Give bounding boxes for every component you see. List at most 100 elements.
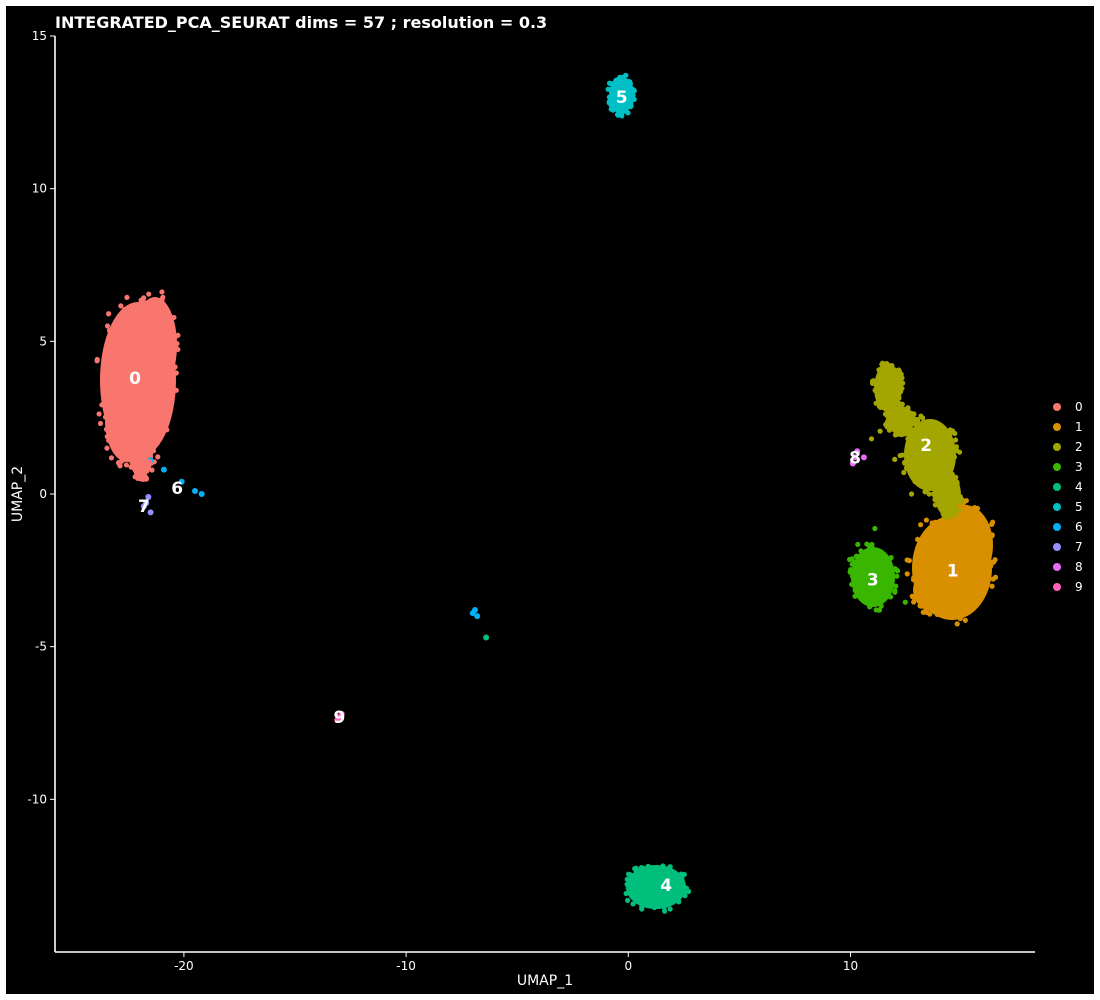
legend-label-0: 0 [1075, 400, 1083, 414]
cluster-5-cell [631, 87, 637, 93]
cluster-3-cell [887, 594, 894, 600]
cluster-2-cell [908, 491, 915, 497]
cluster-4-cell [661, 908, 668, 914]
cluster-2-cell [923, 488, 929, 495]
legend-label-5: 5 [1075, 500, 1083, 514]
cluster-1-cell [974, 572, 980, 578]
y-tick-label: 10 [32, 182, 47, 196]
cluster-0-cell [168, 375, 174, 381]
cluster-0-cell [126, 448, 132, 454]
cluster-2-cell [876, 367, 882, 373]
cluster-3-cell [888, 564, 894, 570]
cluster-label-4: 4 [660, 876, 672, 896]
cluster-2-cell [944, 467, 951, 474]
cluster-0-cell [145, 380, 151, 386]
cluster-5-cell [608, 102, 614, 108]
x-tick-label: 10 [843, 959, 858, 973]
cluster-2-cell [868, 436, 875, 442]
cluster-3-cell [892, 588, 898, 594]
cluster-0-cell [106, 311, 112, 317]
cluster-3-cell [852, 560, 858, 566]
cluster-0-cell [160, 387, 166, 394]
cluster-0-cell [94, 356, 100, 363]
legend-swatch-7 [1053, 543, 1061, 551]
cluster-1-cell [986, 570, 992, 576]
cluster-2-cell [909, 411, 915, 417]
cluster-6-point [198, 491, 205, 497]
cluster-1-point [978, 564, 985, 571]
cluster-1-cell [911, 594, 918, 600]
cluster-3-point [860, 558, 867, 565]
cluster-1-cell [954, 621, 960, 627]
cluster-blobs [94, 72, 999, 914]
cluster-2-cell [879, 361, 885, 367]
cluster-1-point [969, 582, 976, 589]
cluster-2-cell [936, 429, 942, 435]
umap-scatter-chart: 0123456789 -20 -10 0 10 -10-5051015 INTEGRA… [10, 13, 1083, 989]
cluster-1-cell [953, 588, 959, 594]
cluster-1-cell [986, 556, 992, 562]
cluster-1-cell [958, 576, 964, 582]
cluster-1-cell [957, 615, 963, 622]
cluster-2-cell [932, 482, 938, 488]
cluster-1-cell [933, 549, 939, 555]
cluster-3-cell [893, 583, 899, 589]
cluster-0-cell [103, 426, 110, 432]
cluster-3-cell [878, 603, 884, 609]
cluster-3-cell [872, 525, 878, 532]
cluster-3-point [856, 582, 863, 589]
x-axis-label: UMAP_1 [517, 973, 573, 989]
cluster-3-cell [902, 599, 908, 605]
cluster-label-6: 6 [171, 479, 183, 499]
cluster-label-0: 0 [129, 369, 141, 389]
cluster-0-point [107, 384, 114, 391]
cluster-5-point [627, 103, 634, 110]
cluster-2-cell [934, 488, 940, 494]
cluster-2-cell [951, 510, 957, 516]
cluster-0-cell [142, 474, 149, 480]
cluster-4-cell [630, 901, 636, 907]
cluster-0-cell [128, 336, 134, 342]
cluster-0-cell [124, 294, 130, 301]
cluster-1-cell [982, 520, 989, 526]
cluster-6-point [192, 487, 198, 494]
cluster-5-cell [625, 110, 631, 116]
legend-label-1: 1 [1075, 420, 1083, 434]
cluster-3-cell [847, 569, 853, 575]
legend-label-3: 3 [1075, 460, 1083, 474]
cluster-1-cell [943, 612, 949, 619]
cluster-2-cell [907, 426, 914, 433]
data-points [106, 78, 985, 897]
cluster-0-cell [147, 398, 153, 404]
cluster-2-cell [886, 424, 892, 430]
cluster-label-5: 5 [616, 88, 628, 108]
cluster-0-cell [147, 424, 153, 430]
cluster-0-cell [104, 445, 110, 451]
cluster-3-cell [858, 548, 864, 554]
cluster-0-cell [152, 387, 159, 394]
legend-swatch-3 [1053, 463, 1061, 471]
legend-swatch-2 [1053, 443, 1061, 451]
cluster-0-cell [105, 392, 111, 398]
cluster-2-point [892, 411, 898, 418]
cluster-0-cell [164, 427, 170, 433]
cluster-2-cell [892, 456, 898, 462]
cluster-4-cell [657, 902, 663, 909]
cluster-4-point [669, 869, 676, 876]
cluster-0-cell [118, 303, 124, 309]
cluster-0-cell [133, 469, 139, 475]
cluster-3-cell [855, 541, 861, 548]
cluster-4-cell [624, 881, 630, 887]
cluster-5-point [625, 78, 632, 85]
cluster-1-cell [972, 508, 979, 514]
cluster-0-cell [115, 460, 122, 466]
cluster-1-cell [933, 525, 939, 531]
cluster-1-cell [989, 583, 995, 589]
cluster-4-cell [651, 904, 658, 911]
cluster-0-cell [173, 387, 179, 393]
cluster-0-cell [112, 376, 118, 382]
cluster-3-cell [886, 556, 892, 562]
cluster-2-cell [904, 465, 910, 472]
cluster-2-cell [952, 430, 958, 437]
cluster-1-cell [932, 519, 938, 525]
